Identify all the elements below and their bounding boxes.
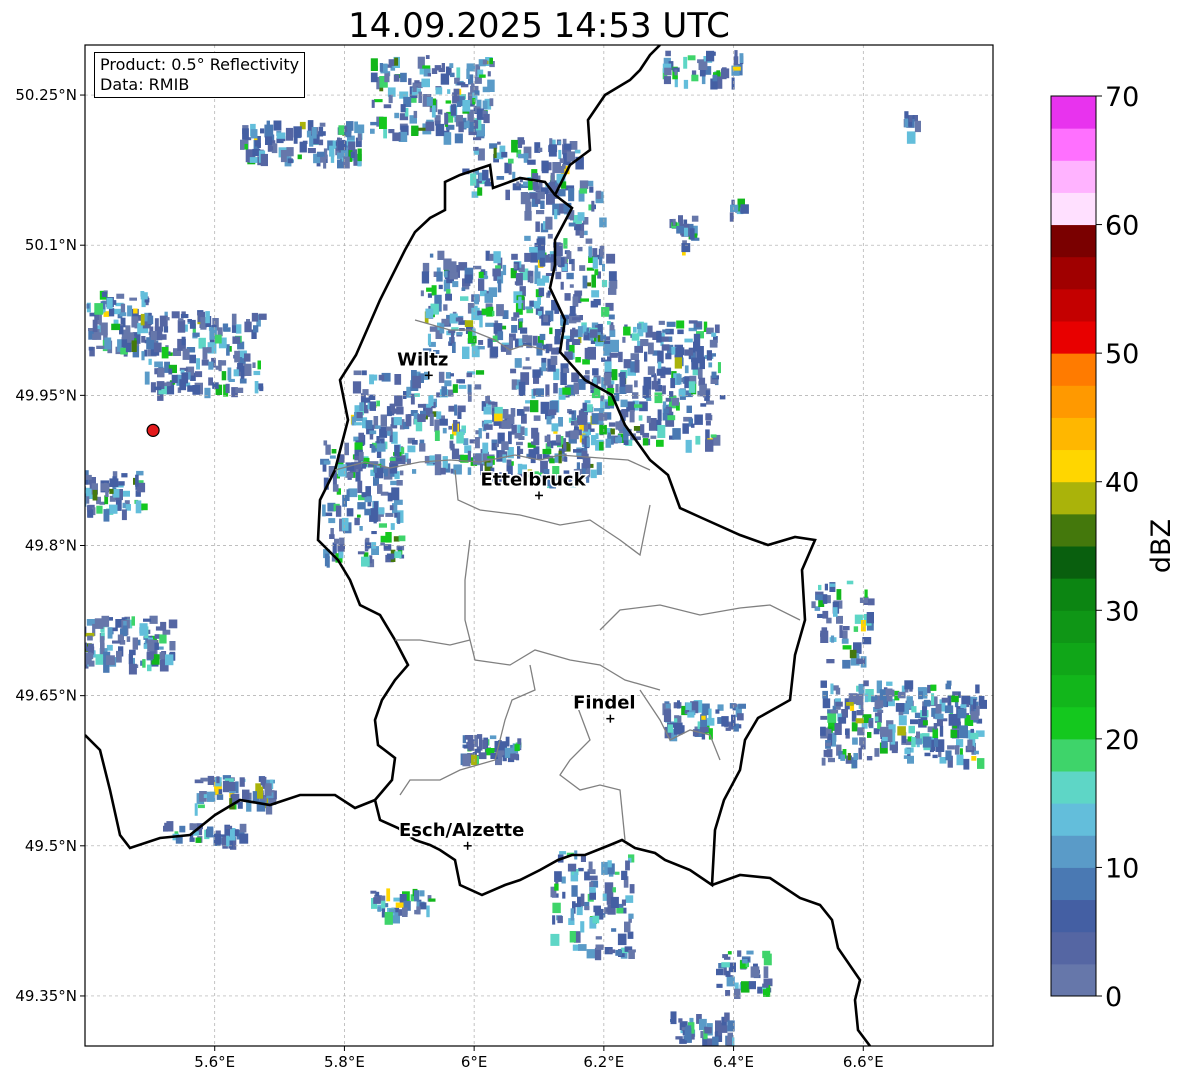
city-label: Findel	[573, 693, 636, 714]
colorbar-tick-label: 70	[1105, 82, 1139, 113]
colorbar-tick-label: 20	[1105, 725, 1139, 756]
lon-tick-label: 6.6°E	[843, 1053, 884, 1071]
lon-tick-label: 6°E	[461, 1053, 488, 1071]
colorbar-swatch	[1051, 738, 1096, 772]
lon-tick-label: 6.2°E	[583, 1053, 624, 1071]
colorbar-swatch	[1051, 256, 1096, 290]
radar-site	[146, 423, 160, 437]
lon-tick-label: 6.4°E	[713, 1053, 754, 1071]
colorbar-label: dBZ	[1146, 519, 1177, 573]
colorbar-swatch	[1051, 931, 1096, 965]
colorbar-swatch	[1051, 224, 1096, 258]
colorbar-swatch	[1051, 417, 1096, 451]
colorbar-tick-label: 60	[1105, 211, 1139, 242]
colorbar-swatch	[1051, 160, 1096, 193]
colorbar-swatch	[1051, 546, 1096, 579]
colorbar-swatch	[1051, 674, 1096, 708]
colorbar-swatch	[1051, 481, 1096, 515]
lat-tick-label: 49.35°N	[15, 987, 77, 1005]
colorbar-swatch	[1051, 706, 1096, 740]
lat-tick-label: 49.8°N	[25, 537, 77, 555]
colorbar-swatch	[1051, 449, 1096, 483]
colorbar-swatch	[1051, 642, 1096, 676]
colorbar-tick-label: 0	[1105, 982, 1122, 1013]
colorbar-tick-label: 30	[1105, 596, 1139, 627]
lon-tick-label: 5.8°E	[324, 1053, 365, 1071]
lat-tick-label: 50.1°N	[25, 236, 77, 254]
lat-tick-label: 50.25°N	[15, 86, 77, 104]
lon-tick-label: 5.6°E	[194, 1053, 235, 1071]
colorbar-swatch	[1051, 835, 1096, 868]
radar-echo-layer	[85, 50, 987, 1046]
colorbar-swatch	[1051, 771, 1096, 804]
city-eschalzette: Esch/Alzette	[398, 818, 526, 850]
germany-border-east	[553, 45, 661, 196]
city-label: Esch/Alzette	[399, 820, 524, 841]
info-box: Product: 0.5° Reflectivity Data: RMIB	[94, 52, 306, 98]
city-label: Wiltz	[397, 349, 448, 370]
colorbar-swatch	[1051, 899, 1096, 933]
france-germany-border-southeast	[711, 873, 872, 1046]
lat-tick-label: 49.65°N	[15, 687, 77, 705]
radar-site-marker	[146, 423, 160, 437]
colorbar-tick-label: 50	[1105, 339, 1139, 370]
colorbar-swatch	[1051, 803, 1096, 836]
colorbar-tick-label: 40	[1105, 468, 1139, 499]
colorbar: 0 10 20 30 40 50 60 70 dBZ	[1050, 82, 1177, 1013]
colorbar-swatch	[1051, 385, 1096, 418]
colorbar-swatch	[1051, 96, 1096, 129]
colorbar-swatch	[1051, 128, 1096, 161]
colorbar-swatch	[1051, 321, 1096, 354]
colorbar-swatch	[1051, 867, 1096, 901]
colorbar-swatch	[1051, 963, 1096, 997]
data-source-label: Data: RMIB	[100, 75, 190, 94]
colorbar-swatch	[1051, 192, 1096, 226]
city-label: Ettelbruck	[480, 469, 586, 490]
colorbar-swatch	[1051, 288, 1096, 322]
radar-map: 5.6°E 5.8°E 6°E 6.2°E 6.4°E 6.6°E 50.25°N 50.1°…	[15, 44, 1177, 1071]
colorbar-swatch	[1051, 353, 1096, 386]
city-ettelbruck: Ettelbruck	[479, 468, 588, 500]
lat-tick-label: 49.5°N	[25, 837, 77, 855]
colorbar-swatch	[1051, 578, 1096, 611]
colorbar-swatch	[1051, 513, 1096, 547]
lat-tick-label: 49.95°N	[15, 386, 77, 404]
colorbar-tick-label: 10	[1105, 853, 1139, 884]
colorbar-swatch	[1051, 610, 1096, 643]
axis-ticks: 5.6°E 5.8°E 6°E 6.2°E 6.4°E 6.6°E 50.25°N 50.1°…	[15, 86, 883, 1071]
product-label: Product: 0.5° Reflectivity	[100, 55, 300, 74]
